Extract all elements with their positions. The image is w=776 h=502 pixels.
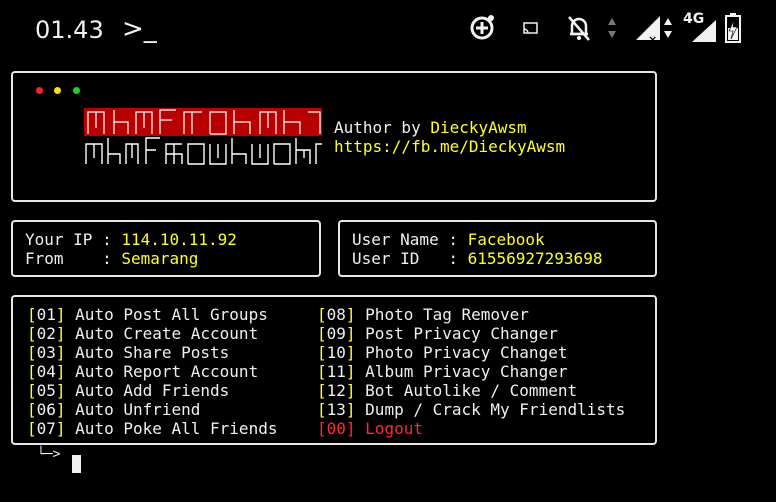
signal-icon: × — [636, 16, 660, 44]
window-dot-red — [36, 87, 43, 94]
menu-item-number: 12 — [326, 381, 346, 400]
menu-item[interactable]: [02] Auto Create Account — [27, 324, 277, 343]
menu-item-label: Bot Autolike / Comment — [365, 381, 578, 400]
window-dot-yellow — [54, 87, 61, 94]
menu-item-label: Photo Privacy Changet — [365, 343, 568, 362]
svg-text:×: × — [648, 33, 657, 44]
window-dot-green — [73, 87, 80, 94]
menu-item-label: Dump / Crack My Friendlists — [365, 400, 626, 419]
menu-item-number: 11 — [326, 362, 346, 381]
menu-item[interactable]: [05] Auto Add Friends — [27, 381, 277, 400]
user-name-value: Facebook — [467, 230, 545, 249]
menu-item-label: Auto Share Posts — [75, 343, 230, 362]
menu-item-label: Photo Tag Remover — [365, 305, 529, 324]
menu-item[interactable]: [08] Photo Tag Remover — [317, 305, 625, 324]
menu-item-label: Post Privacy Changer — [365, 324, 558, 343]
menu-item-label: Album Privacy Changer — [365, 362, 568, 381]
menu-item[interactable]: [04] Auto Report Account — [27, 362, 277, 381]
terminal-prompt-icon: >_ — [122, 14, 157, 44]
menu-item[interactable]: [10] Photo Privacy Changet — [317, 343, 625, 362]
notifications-off-icon — [568, 16, 590, 41]
menu-item-number: 04 — [36, 362, 56, 381]
app-logo — [84, 108, 322, 165]
cast-icon — [523, 22, 538, 34]
menu-item[interactable]: [09] Post Privacy Changer — [317, 324, 625, 343]
menu-item[interactable]: [07] Auto Poke All Friends — [27, 419, 277, 438]
status-bar: 01.43 >_ × 4G — [0, 0, 776, 60]
menu-item-number: 00 — [326, 419, 346, 438]
menu-item[interactable]: [06] Auto Unfriend — [27, 400, 277, 419]
battery-charging-icon — [725, 13, 741, 43]
menu-item-label: Auto Post All Groups — [75, 305, 268, 324]
ip-value: 114.10.11.92 — [121, 230, 237, 249]
menu-item-label: Auto Create Account — [75, 324, 259, 343]
menu-item-number: 06 — [36, 400, 56, 419]
menu-item[interactable]: [11] Album Privacy Changer — [317, 362, 625, 381]
user-name-row: User Name : Facebook — [352, 230, 545, 249]
menu-item-number: 01 — [36, 305, 56, 324]
menu-item-label: Auto Add Friends — [75, 381, 230, 400]
menu-item-label: Logout — [365, 419, 423, 438]
menu-item-number: 10 — [326, 343, 346, 362]
menu-item-number: 08 — [326, 305, 346, 324]
menu-item-label: Auto Unfriend — [75, 400, 201, 419]
menu-item-label: Auto Report Account — [75, 362, 259, 381]
user-id-value: 61556927293698 — [467, 249, 603, 268]
menu-item[interactable]: [01] Auto Post All Groups — [27, 305, 277, 324]
author-url[interactable]: https://fb.me/DieckyAwsm — [334, 137, 565, 156]
menu-item-label: Auto Poke All Friends — [75, 419, 278, 438]
menu-item-number: 03 — [36, 343, 56, 362]
user-id-row: User ID : 61556927293698 — [352, 249, 603, 268]
text-cursor[interactable] — [72, 455, 81, 473]
menu-item-number: 07 — [36, 419, 56, 438]
menu-item[interactable]: [03] Auto Share Posts — [27, 343, 277, 362]
menu-left-column: [01] Auto Post All Groups [02] Auto Creat… — [27, 305, 277, 438]
add-circle-icon — [470, 15, 494, 40]
menu-item-number: 02 — [36, 324, 56, 343]
menu-item-number: 05 — [36, 381, 56, 400]
menu-item[interactable]: [12] Bot Autolike / Comment — [317, 381, 625, 400]
signal-icon — [692, 20, 716, 42]
data-activity-icon — [608, 18, 616, 38]
menu-right-column: [08] Photo Tag Remover [09] Post Privacy … — [317, 305, 625, 438]
ip-row: Your IP : 114.10.11.92 — [25, 230, 237, 249]
data-activity-icon — [664, 18, 672, 38]
clock: 01.43 — [35, 16, 104, 44]
location-value: Semarang — [121, 249, 199, 268]
menu-item[interactable]: [13] Dump / Crack My Friendlists — [317, 400, 625, 419]
menu-item-number: 13 — [326, 400, 346, 419]
menu-item-number: 09 — [326, 324, 346, 343]
input-prompt-arrow: └─> — [37, 447, 61, 462]
menu-item[interactable]: [00] Logout — [317, 419, 625, 438]
location-row: From : Semarang — [25, 249, 199, 268]
author-name: DieckyAwsm — [430, 118, 527, 137]
author-line: Author by DieckyAwsm — [334, 118, 527, 137]
